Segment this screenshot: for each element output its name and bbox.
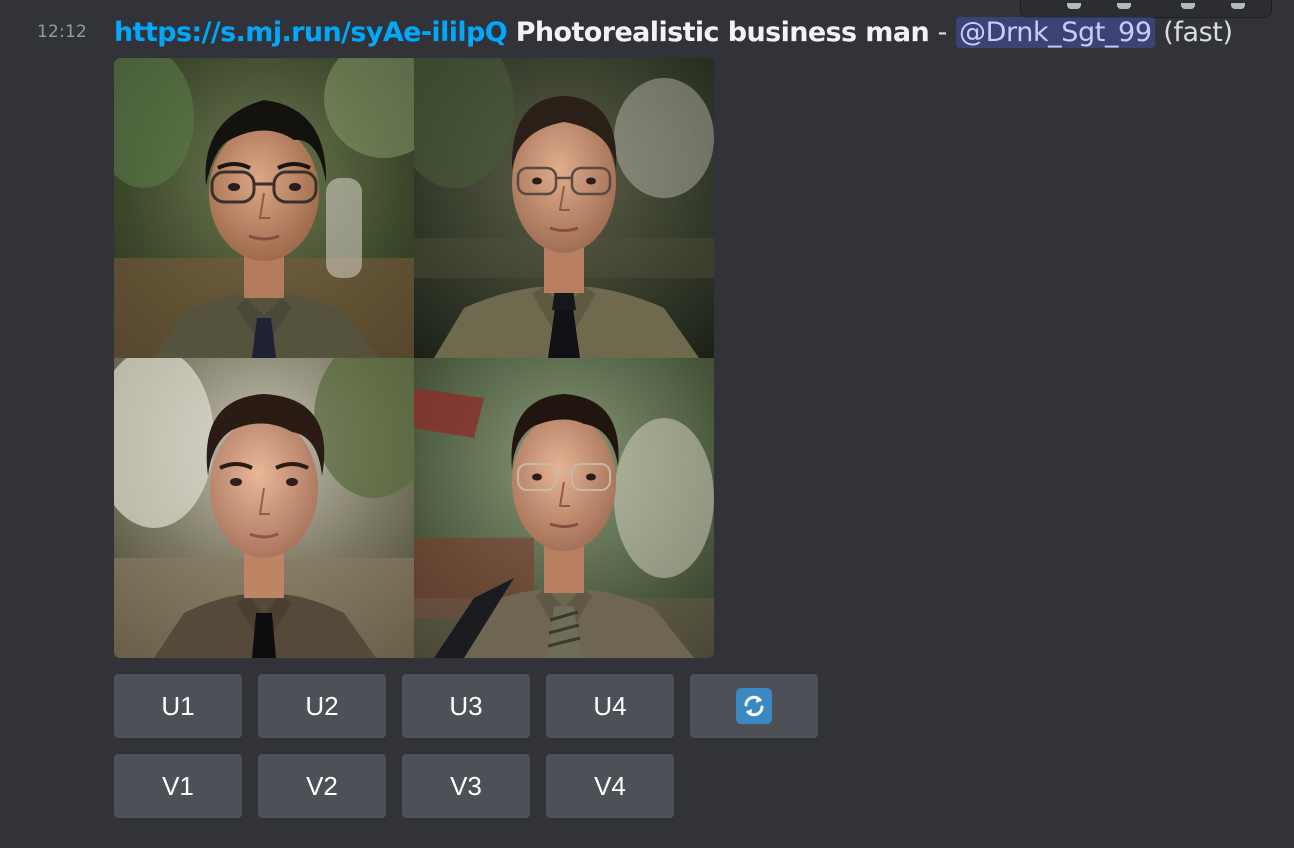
- reply-icon[interactable]: [1117, 3, 1131, 9]
- image-grid-attachment[interactable]: [114, 58, 714, 658]
- upscale-button-4[interactable]: U4: [546, 674, 674, 738]
- portrait-image-3: [114, 358, 414, 658]
- image-tile-1[interactable]: [114, 58, 414, 358]
- add-reaction-icon[interactable]: [1067, 3, 1081, 9]
- message-timestamp: 12:12: [37, 22, 87, 42]
- more-options-icon[interactable]: [1231, 3, 1245, 9]
- upscale-button-1[interactable]: U1: [114, 674, 242, 738]
- image-tile-3[interactable]: [114, 358, 414, 658]
- variation-button-3[interactable]: V3: [402, 754, 530, 818]
- portrait-image-2: [414, 58, 714, 358]
- prompt-text: Photorealistic business man: [515, 17, 930, 48]
- upscale-button-2[interactable]: U2: [258, 674, 386, 738]
- message-header: https://s.mj.run/syAe-ililpQ Photorealis…: [114, 14, 1233, 52]
- generation-mode: (fast): [1163, 17, 1233, 48]
- create-thread-icon[interactable]: [1181, 3, 1195, 9]
- image-tile-4[interactable]: [414, 358, 714, 658]
- variation-button-4[interactable]: V4: [546, 754, 674, 818]
- midjourney-message: 12:12 https://s.mj.run/syAe-ililpQ Photo…: [0, 0, 1294, 848]
- prompt-link[interactable]: https://s.mj.run/syAe-ililpQ: [114, 17, 508, 48]
- variation-button-1[interactable]: V1: [114, 754, 242, 818]
- image-tile-2[interactable]: [414, 58, 714, 358]
- portrait-image-4: [414, 358, 714, 658]
- separator: -: [937, 17, 948, 48]
- variation-button-2[interactable]: V2: [258, 754, 386, 818]
- reroll-button[interactable]: [690, 674, 818, 738]
- portrait-image-1: [114, 58, 414, 358]
- arrows-counterclockwise-icon: [736, 688, 772, 724]
- user-mention[interactable]: @Drnk_Sgt_99: [956, 17, 1155, 48]
- upscale-button-3[interactable]: U3: [402, 674, 530, 738]
